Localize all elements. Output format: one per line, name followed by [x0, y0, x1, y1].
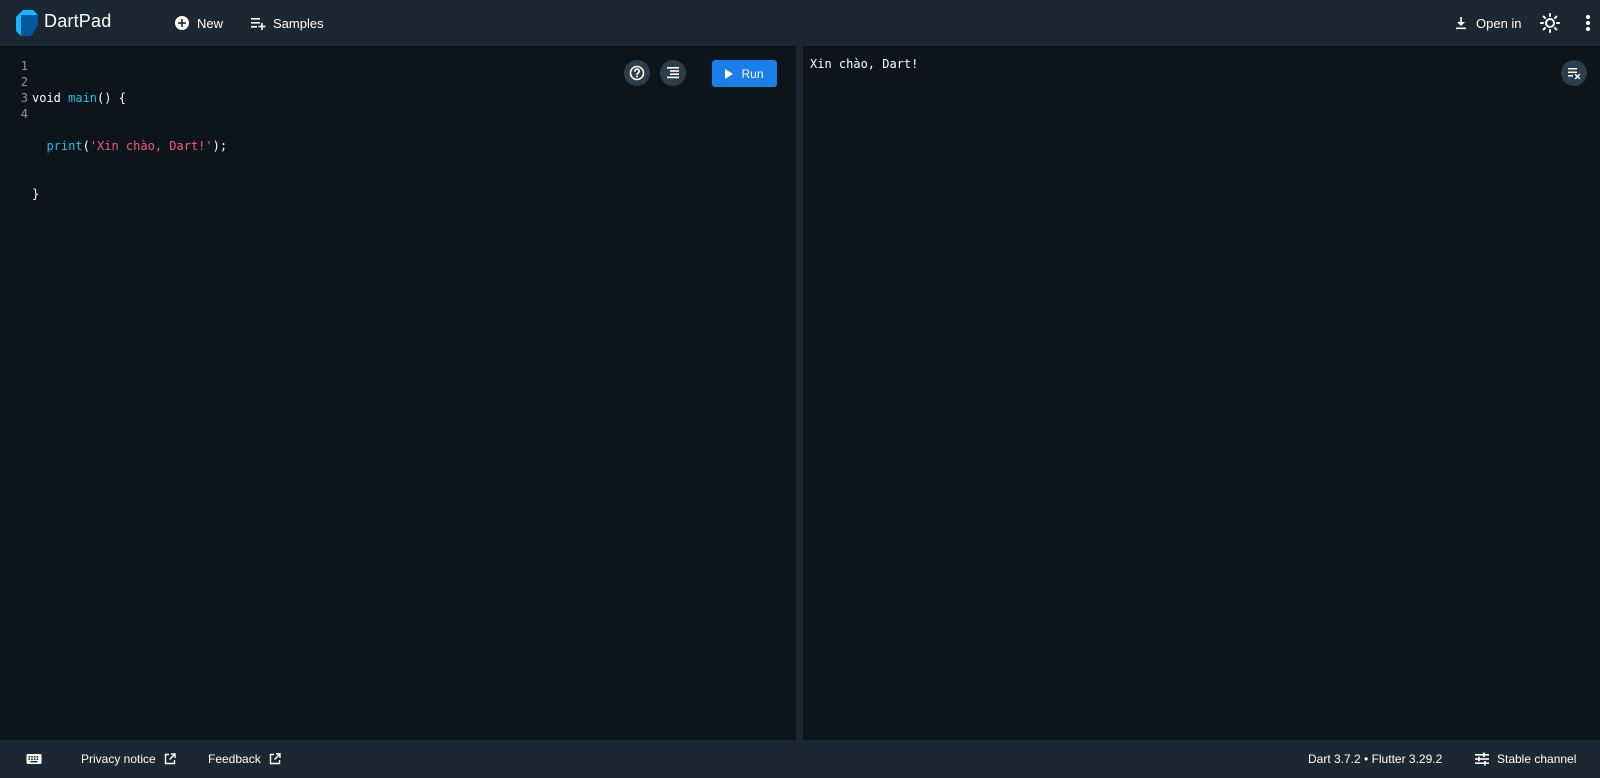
code-line: print('Xin chào, Dart!'); [32, 138, 227, 154]
app-header: DartPad New Samples Open in [0, 0, 1600, 46]
clear-console-button[interactable] [1561, 60, 1587, 86]
status-bar: Privacy notice Feedback Dart 3.7.2 • Flu… [0, 740, 1600, 778]
line-number-gutter: 1 2 3 4 [0, 58, 30, 122]
new-button-label: New [197, 15, 224, 31]
version-info: Dart 3.7.2 • Flutter 3.29.2 [1308, 751, 1442, 767]
format-code-button[interactable] [660, 60, 686, 86]
code-editor[interactable]: 1 2 3 4 void main() { print('Xin chào, D… [0, 46, 796, 740]
feedback-label: Feedback [208, 752, 261, 766]
keyboard-icon [26, 754, 42, 764]
more-options-button[interactable] [1576, 11, 1600, 35]
privacy-notice-label: Privacy notice [81, 752, 156, 766]
more-vert-icon [1586, 15, 1590, 31]
function-token: print [46, 139, 83, 153]
app-title: DartPad [44, 11, 112, 31]
help-button[interactable] [624, 60, 650, 86]
open-in-button-label: Open in [1476, 15, 1522, 31]
version-label: Dart 3.7.2 • Flutter 3.29.2 [1308, 752, 1443, 766]
code-text[interactable]: void main() { print('Xin chào, Dart!'); … [32, 58, 227, 282]
line-number: 3 [20, 91, 28, 105]
run-button-label: Run [741, 66, 764, 81]
channel-selector[interactable]: Stable channel [1475, 751, 1576, 767]
pane-resize-handle[interactable] [796, 46, 803, 740]
keyword-token: void [32, 91, 69, 105]
channel-label: Stable channel [1497, 752, 1577, 766]
run-button[interactable]: Run [712, 60, 777, 87]
playlist-add-icon [251, 18, 266, 30]
line-number: 4 [20, 107, 28, 121]
brightness-icon [1540, 13, 1560, 33]
punctuation-token: } [32, 187, 40, 201]
format-icon [667, 67, 679, 79]
feedback-link[interactable]: Feedback [208, 751, 281, 767]
line-number: 1 [20, 59, 28, 73]
clear-console-icon [1568, 68, 1581, 80]
punctuation-token: () { [97, 91, 126, 105]
external-link-icon [269, 753, 281, 765]
tune-icon [1475, 752, 1489, 766]
play-icon [725, 68, 734, 79]
console-output: Xin chào, Dart! [810, 57, 919, 71]
theme-toggle-button[interactable] [1538, 11, 1562, 35]
string-token: 'Xin chào, Dart!' [89, 139, 213, 153]
code-line: void main() { [32, 90, 227, 106]
privacy-notice-link[interactable]: Privacy notice [81, 751, 176, 767]
console-pane: Xin chào, Dart! [803, 46, 1600, 740]
samples-button-label: Samples [273, 15, 324, 31]
external-link-icon [164, 753, 176, 765]
new-button[interactable]: New [174, 12, 223, 34]
function-token: main [68, 91, 98, 105]
line-number: 2 [20, 75, 28, 89]
punctuation-token: ( [82, 139, 90, 153]
samples-button[interactable]: Samples [250, 12, 324, 34]
keyboard-shortcuts-button[interactable] [26, 751, 42, 767]
help-icon [629, 65, 645, 81]
dart-logo-icon [16, 10, 38, 36]
indent-token [32, 139, 46, 153]
download-icon [1456, 17, 1466, 30]
punctuation-token: ); [212, 139, 228, 153]
code-line: } [32, 186, 227, 202]
add-circle-icon [175, 16, 189, 30]
open-in-button[interactable]: Open in [1453, 12, 1522, 34]
